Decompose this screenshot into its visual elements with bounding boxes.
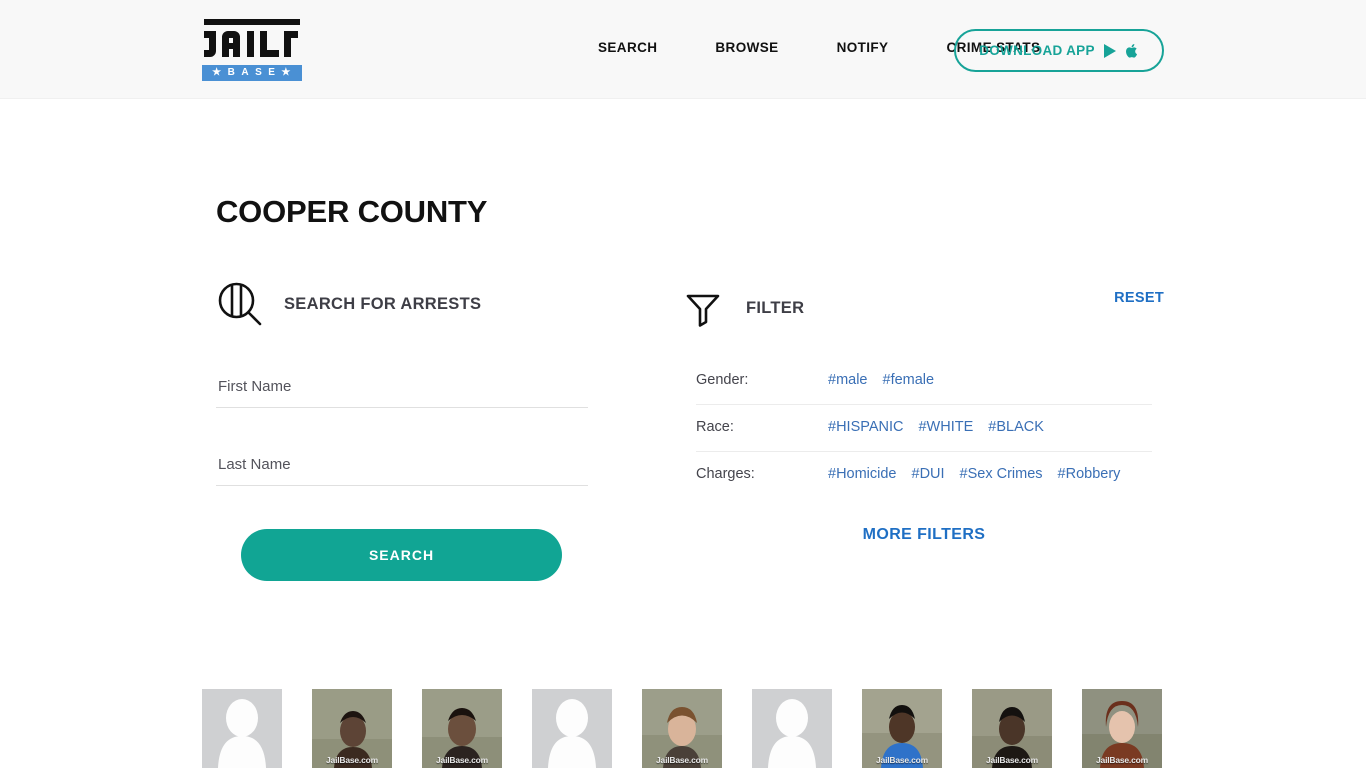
nav-browse[interactable]: BROWSE [715, 40, 778, 55]
filter-tag-hispanic[interactable]: #HISPANIC [828, 419, 903, 435]
funnel-icon [686, 294, 720, 327]
google-play-icon [1103, 43, 1116, 58]
mugshot-thumbnail[interactable]: JailBase.com [1082, 689, 1162, 768]
first-name-field[interactable] [216, 366, 588, 408]
filter-tag-homicide[interactable]: #Homicide [828, 466, 897, 482]
mugshot-thumbnail[interactable]: JailBase.com [642, 689, 722, 768]
mugshot-thumbnail[interactable]: JailBase.com [312, 689, 392, 768]
logo-base-bar: ★ B A S E ★ [202, 65, 302, 81]
filter-row-race: Race: #HISPANIC #WHITE #BLACK [696, 405, 1152, 452]
filter-tag-black[interactable]: #BLACK [988, 419, 1044, 435]
last-name-input[interactable] [216, 444, 588, 485]
filter-label-gender: Gender: [696, 372, 749, 388]
filter-label-charges: Charges: [696, 466, 755, 482]
jail-magnifier-icon [218, 282, 262, 326]
reset-filters-link[interactable]: RESET [1114, 290, 1164, 306]
filter-row-charges: Charges: #Homicide #DUI #Sex Crimes #Rob… [696, 452, 1152, 498]
filter-panel-title: FILTER [746, 298, 805, 317]
site-logo[interactable]: ★ B A S E ★ [202, 19, 302, 81]
apple-icon [1125, 43, 1139, 59]
search-panel-header: SEARCH FOR ARRESTS [216, 278, 588, 330]
filter-tags-race: #HISPANIC #WHITE #BLACK [828, 419, 1044, 435]
mugshot-thumbnail[interactable]: JailBase.com [862, 689, 942, 768]
mugshot-thumbnail[interactable] [532, 689, 612, 768]
more-filters-link[interactable]: MORE FILTERS [684, 526, 1164, 544]
filter-tag-robbery[interactable]: #Robbery [1058, 466, 1121, 482]
filter-tag-dui[interactable]: #DUI [912, 466, 945, 482]
filter-rows: Gender: #male #female Race: #HISPANIC #W… [696, 358, 1152, 498]
logo-jail-wordmark [204, 19, 300, 57]
filter-panel: FILTER RESET Gender: #male #female Race:… [684, 284, 1164, 544]
site-header: ★ B A S E ★ SEARCH BROWSE NOTIFY CRIME S… [0, 0, 1366, 99]
filter-panel-header: FILTER RESET [684, 284, 1164, 332]
filter-tag-sex-crimes[interactable]: #Sex Crimes [960, 466, 1043, 482]
filter-tags-charges: #Homicide #DUI #Sex Crimes #Robbery [828, 466, 1120, 482]
filter-tag-white[interactable]: #WHITE [918, 419, 973, 435]
search-for-arrests-panel: SEARCH FOR ARRESTS SEARCH [216, 278, 588, 581]
logo-star-right: ★ [281, 67, 292, 78]
logo-letter-s: S [255, 67, 264, 78]
page-title: COOPER COUNTY [216, 194, 488, 229]
mugshot-thumbnail[interactable]: JailBase.com [422, 689, 502, 768]
nav-search[interactable]: SEARCH [598, 40, 657, 55]
logo-letter-e: E [268, 67, 277, 78]
filter-tag-male[interactable]: #male [828, 372, 868, 388]
last-name-field[interactable] [216, 444, 588, 486]
filter-tag-female[interactable]: #female [883, 372, 935, 388]
filter-label-race: Race: [696, 419, 734, 435]
download-app-button[interactable]: DOWNLOAD APP [954, 29, 1164, 72]
logo-star-left: ★ [212, 67, 223, 78]
search-panel-title: SEARCH FOR ARRESTS [284, 294, 482, 313]
download-app-label: DOWNLOAD APP [979, 43, 1095, 58]
mugshot-thumbnail[interactable] [202, 689, 282, 768]
search-button[interactable]: SEARCH [241, 529, 562, 581]
logo-letter-b: B [227, 67, 237, 78]
nav-notify[interactable]: NOTIFY [837, 40, 889, 55]
recent-arrests-thumbnail-strip: JailBase.com JailBase.com JailBase.com J… [202, 689, 1166, 768]
filter-tags-gender: #male #female [828, 372, 934, 388]
mugshot-thumbnail[interactable]: JailBase.com [972, 689, 1052, 768]
filter-row-gender: Gender: #male #female [696, 358, 1152, 405]
logo-letter-a: A [241, 67, 251, 78]
mugshot-thumbnail[interactable] [752, 689, 832, 768]
first-name-input[interactable] [216, 366, 588, 407]
